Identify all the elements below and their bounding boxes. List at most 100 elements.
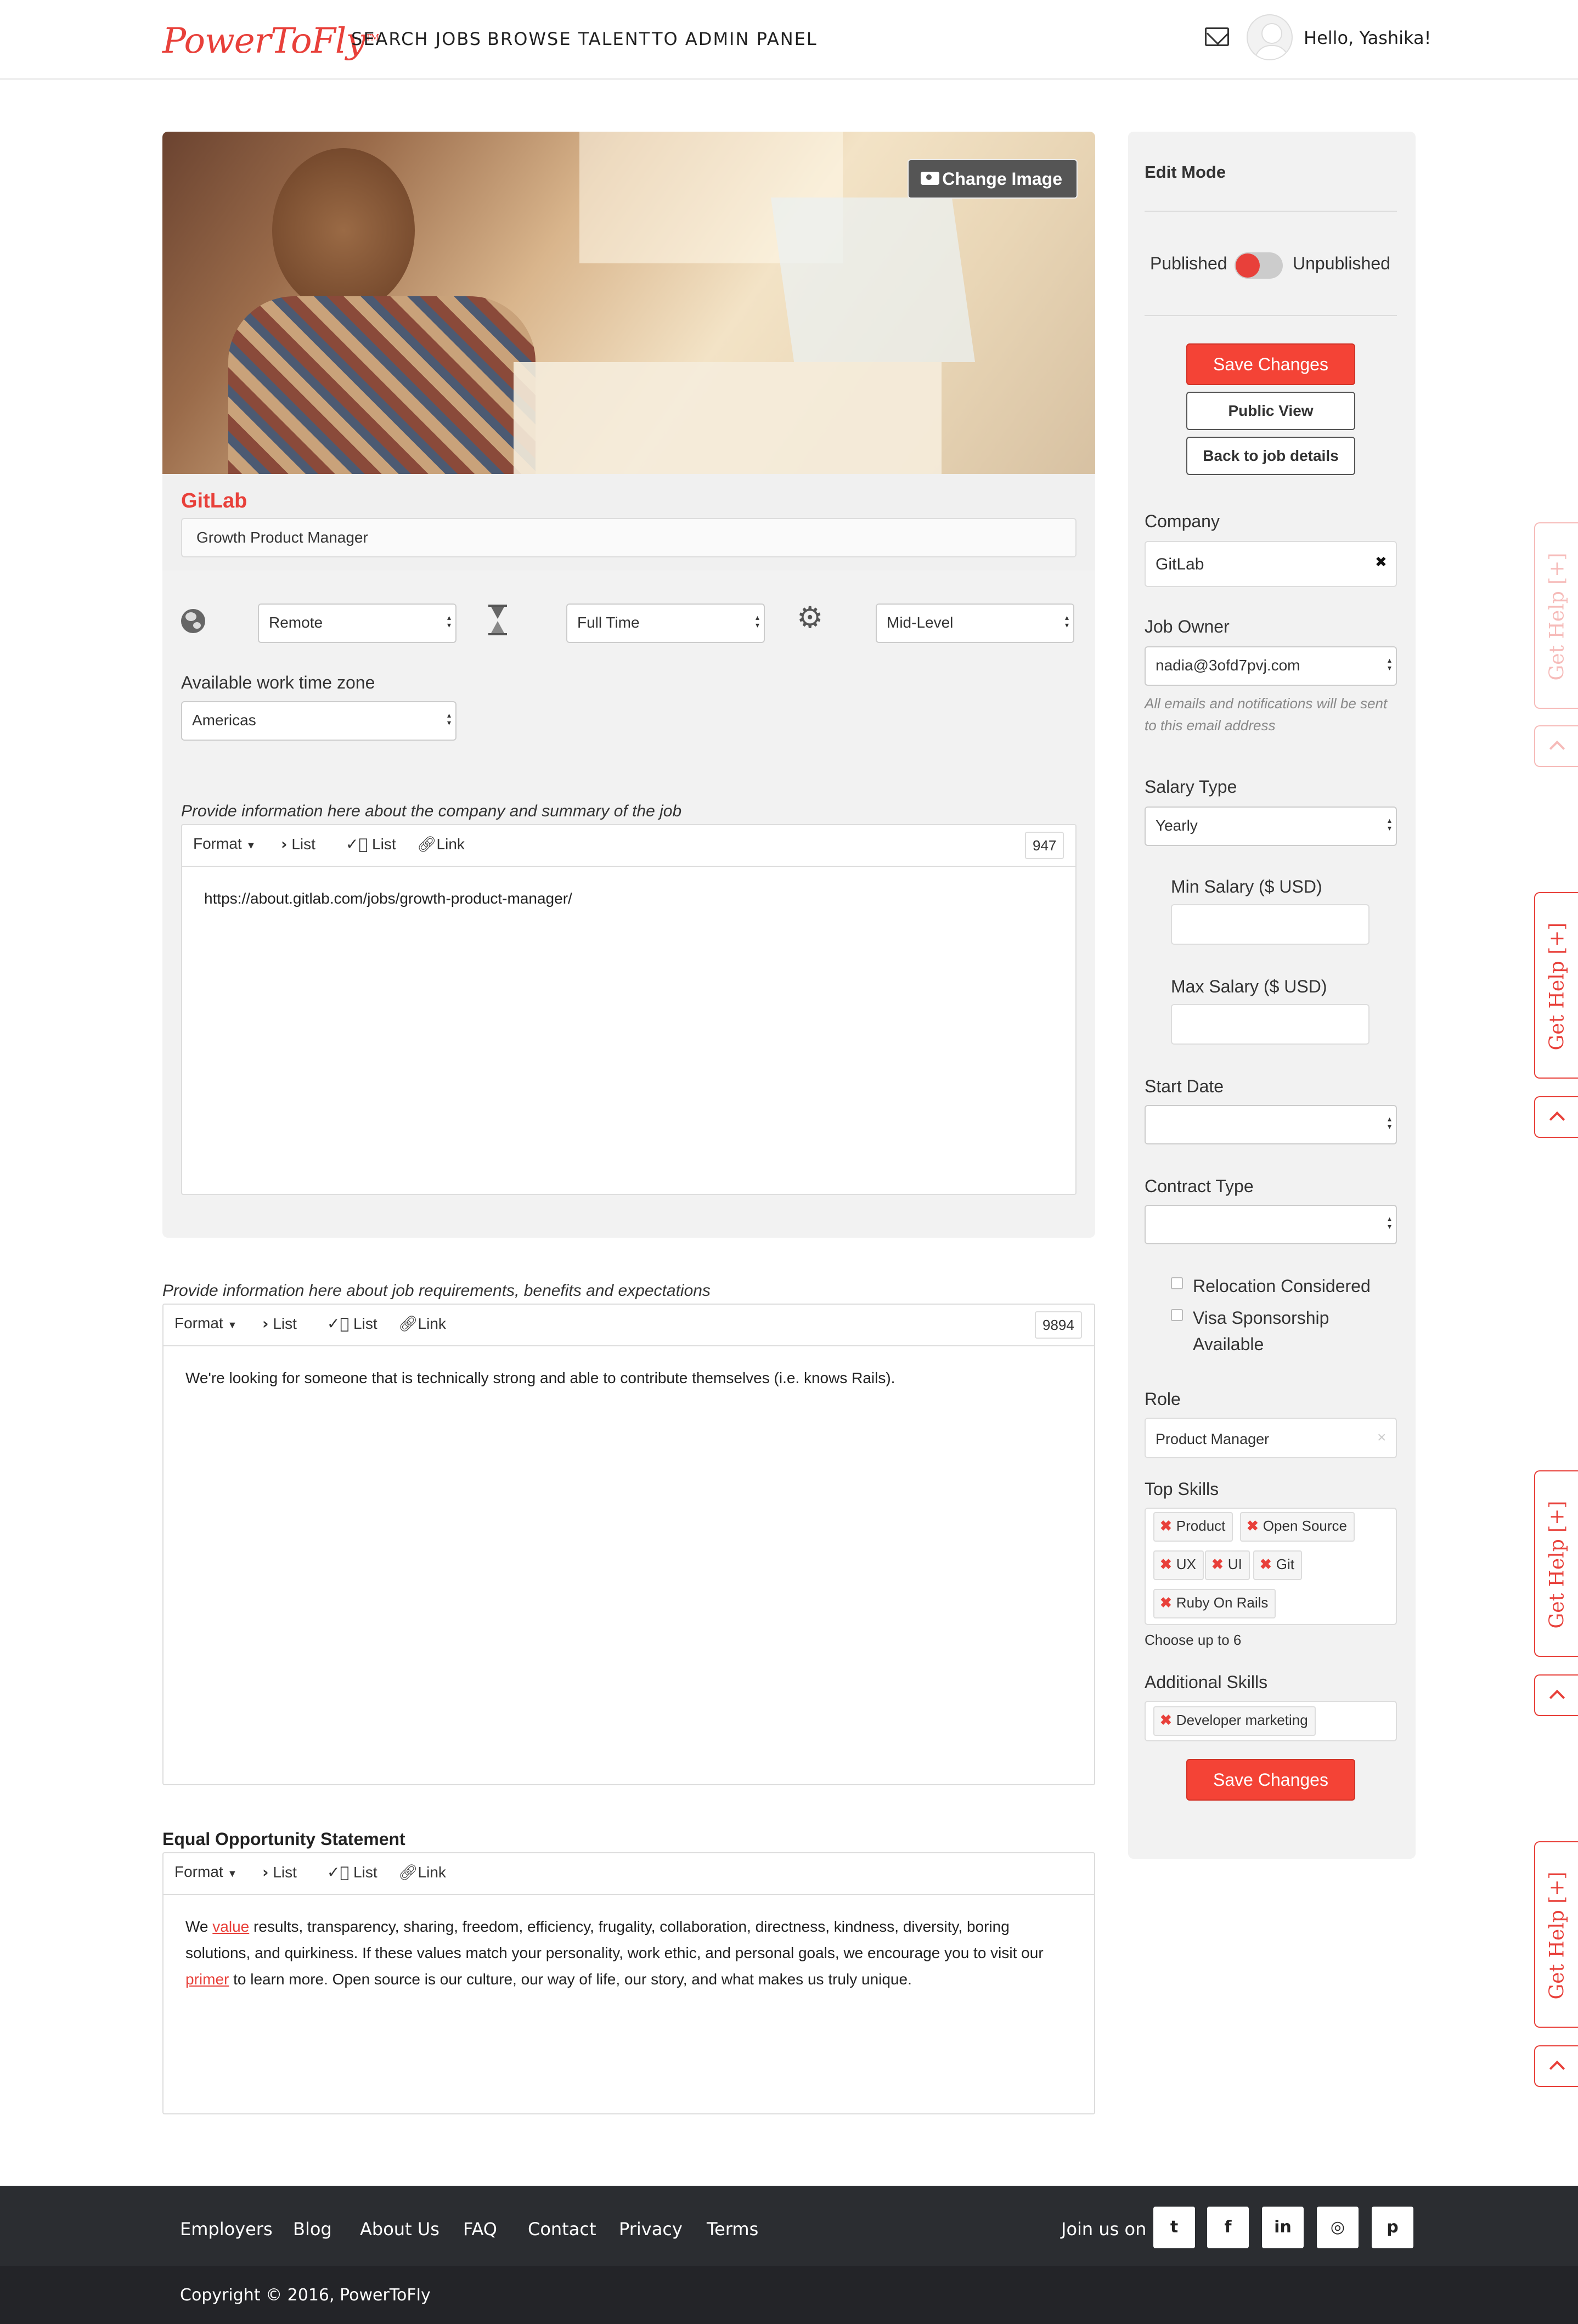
skill-tag-ui[interactable]: ✖ UI: [1205, 1550, 1250, 1580]
check-circle-icon: ✓⃝: [346, 835, 368, 853]
monitor-shape: [770, 198, 976, 362]
value-link[interactable]: value: [212, 1918, 249, 1935]
job-title-input[interactable]: Growth Product Manager: [181, 518, 1077, 557]
bullet-list-button[interactable]: › List: [262, 1315, 297, 1333]
equal-opportunity-toolbar: Format ▼ › List ✓⃝ List 🔗︎Link: [164, 1853, 1094, 1895]
visa-label-line1: Visa Sponsorship: [1193, 1308, 1329, 1328]
linkedin-icon[interactable]: in: [1262, 2207, 1304, 2248]
get-help-tab[interactable]: Get Help [+]: [1534, 1841, 1578, 2028]
nav-search-jobs[interactable]: SEARCH JOBS: [351, 29, 482, 49]
additional-skills-label: Additional Skills: [1145, 1672, 1268, 1692]
min-salary-label: Min Salary ($ USD): [1171, 877, 1322, 896]
remove-icon[interactable]: ✖: [1160, 1518, 1172, 1534]
footer-link-terms[interactable]: Terms: [707, 2219, 758, 2240]
timezone-label: Available work time zone: [181, 673, 375, 692]
skill-tag-developer-marketing[interactable]: ✖ Developer marketing: [1153, 1706, 1316, 1736]
footer-link-employers[interactable]: Employers: [180, 2219, 273, 2240]
numbered-list-button[interactable]: ✓⃝ List: [346, 835, 396, 853]
back-to-job-button[interactable]: Back to job details: [1186, 437, 1355, 475]
skill-tag-ruby-on-rails[interactable]: ✖ Ruby On Rails: [1153, 1589, 1276, 1618]
primer-link[interactable]: primer: [185, 1971, 229, 1988]
numbered-list-button[interactable]: ✓⃝ List: [327, 1315, 377, 1333]
user-greeting[interactable]: Hello, Yashika!: [1304, 27, 1431, 48]
summary-editor[interactable]: Format ▼ › List ✓⃝ List 🔗︎Link 947 https…: [181, 824, 1077, 1195]
envelope-icon[interactable]: [1205, 27, 1229, 46]
job-owner-note: All emails and notifications will be sen…: [1145, 695, 1388, 734]
chevron-up-icon[interactable]: [1534, 2045, 1578, 2087]
remove-icon[interactable]: ✖: [1211, 1556, 1224, 1572]
max-salary-label: Max Salary ($ USD): [1171, 977, 1327, 996]
summary-content[interactable]: https://about.gitlab.com/jobs/growth-pro…: [204, 885, 1060, 912]
facebook-icon[interactable]: f: [1207, 2207, 1249, 2248]
relocation-checkbox[interactable]: [1171, 1277, 1183, 1289]
bullet-list-button[interactable]: › List: [262, 1863, 297, 1881]
pinterest-icon[interactable]: p: [1372, 2207, 1413, 2248]
requirements-editor[interactable]: Format ▼ › List ✓⃝ List 🔗︎Link 9894 We'r…: [162, 1304, 1095, 1785]
numbered-list-button[interactable]: ✓⃝ List: [327, 1863, 377, 1881]
nav-browse-talent[interactable]: BROWSE TALENT: [487, 29, 651, 49]
powertofly-logo[interactable]: PowerToFlyTM: [162, 21, 380, 61]
save-changes-button-bottom[interactable]: Save Changes: [1186, 1759, 1355, 1801]
top-skills-label: Top Skills: [1145, 1479, 1219, 1499]
location-select[interactable]: Remote: [258, 603, 457, 643]
job-owner-select[interactable]: nadia@3ofd7pvj.com: [1145, 646, 1397, 686]
visa-checkbox[interactable]: [1171, 1309, 1183, 1321]
max-salary-input[interactable]: [1171, 1004, 1370, 1045]
role-select[interactable]: Product Manager ×: [1145, 1418, 1397, 1458]
link-button[interactable]: 🔗︎Link: [398, 1863, 446, 1881]
clear-icon[interactable]: ×: [1377, 1429, 1386, 1446]
format-dropdown[interactable]: Format ▼: [174, 1315, 237, 1332]
check-circle-icon: ✓⃝: [327, 1315, 350, 1333]
instagram-icon[interactable]: ◎: [1317, 2207, 1359, 2248]
bullet-list-button[interactable]: › List: [281, 835, 315, 853]
link-button[interactable]: 🔗︎Link: [398, 1315, 446, 1333]
link-button[interactable]: 🔗︎Link: [417, 835, 465, 853]
timezone-select[interactable]: Americas: [181, 701, 457, 741]
remove-icon[interactable]: ✖: [1160, 1556, 1172, 1572]
equal-opportunity-content[interactable]: We value results, transparency, sharing,…: [185, 1914, 1074, 1993]
chevron-up-icon[interactable]: [1534, 1096, 1578, 1138]
skill-tag-open-source[interactable]: ✖ Open Source: [1240, 1512, 1355, 1542]
public-view-button[interactable]: Public View: [1186, 392, 1355, 430]
remove-icon[interactable]: ✖: [1247, 1518, 1259, 1534]
min-salary-input[interactable]: [1171, 904, 1370, 945]
equal-opportunity-label: Equal Opportunity Statement: [162, 1829, 405, 1849]
job-type-select[interactable]: Full Time: [566, 603, 765, 643]
avatar[interactable]: [1247, 14, 1293, 60]
requirements-content[interactable]: We're looking for someone that is techni…: [185, 1365, 1074, 1391]
footer-link-privacy[interactable]: Privacy: [619, 2219, 683, 2240]
footer-link-about-us[interactable]: About Us: [360, 2219, 439, 2240]
chevron-up-icon[interactable]: [1534, 1674, 1578, 1716]
footer-link-blog[interactable]: Blog: [293, 2219, 332, 2240]
twitter-icon[interactable]: t: [1153, 2207, 1195, 2248]
remove-icon[interactable]: ✖: [1260, 1556, 1272, 1572]
person-hair-shape: [272, 148, 415, 313]
character-counter: 947: [1025, 832, 1064, 859]
skill-tag-product[interactable]: ✖ Product: [1153, 1512, 1233, 1542]
remove-icon[interactable]: ✖: [1160, 1594, 1172, 1611]
get-help-tab[interactable]: Get Help [+]: [1534, 522, 1578, 709]
nav-admin-panel[interactable]: TO ADMIN PANEL: [652, 29, 818, 49]
footer-link-faq[interactable]: FAQ: [463, 2219, 497, 2240]
role-value: Product Manager: [1156, 1431, 1270, 1447]
skill-tag-git[interactable]: ✖ Git: [1253, 1550, 1303, 1580]
get-help-tab[interactable]: Get Help [+]: [1534, 892, 1578, 1079]
get-help-tab[interactable]: Get Help [+]: [1534, 1470, 1578, 1657]
link-icon: 🔗︎: [417, 835, 437, 853]
level-select[interactable]: Mid-Level: [876, 603, 1074, 643]
start-date-select[interactable]: [1145, 1105, 1397, 1144]
chevron-up-icon[interactable]: [1534, 725, 1578, 767]
clear-icon[interactable]: ✖: [1375, 554, 1387, 571]
company-select[interactable]: GitLab ✖: [1145, 541, 1397, 587]
skill-tag-ux[interactable]: ✖ UX: [1153, 1550, 1204, 1580]
remove-icon[interactable]: ✖: [1160, 1712, 1172, 1728]
contract-type-select[interactable]: [1145, 1205, 1397, 1244]
footer-link-contact[interactable]: Contact: [528, 2219, 596, 2240]
publish-toggle[interactable]: [1235, 252, 1283, 279]
divider: [1145, 315, 1397, 316]
salary-type-select[interactable]: Yearly: [1145, 806, 1397, 846]
save-changes-button[interactable]: Save Changes: [1186, 343, 1355, 385]
equal-opportunity-editor[interactable]: Format ▼ › List ✓⃝ List 🔗︎Link We value …: [162, 1852, 1095, 2114]
format-dropdown[interactable]: Format ▼: [193, 835, 256, 853]
format-dropdown[interactable]: Format ▼: [174, 1863, 237, 1881]
